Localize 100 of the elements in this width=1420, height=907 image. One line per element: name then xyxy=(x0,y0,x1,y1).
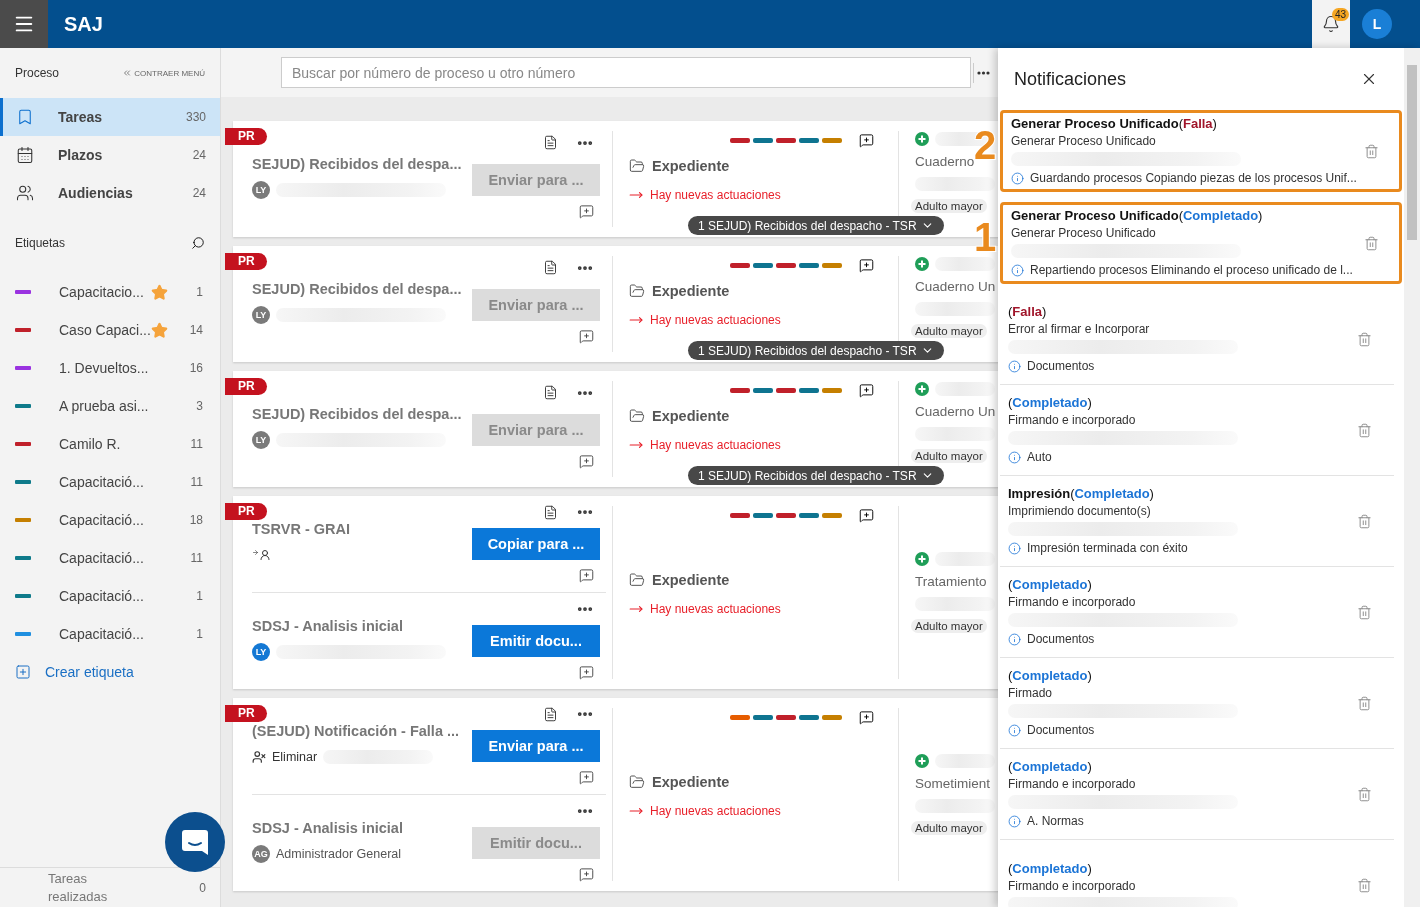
notification-subtitle: Firmando e incorporado xyxy=(1008,412,1137,429)
folder-label[interactable]: Expediente xyxy=(652,283,730,299)
nav-item[interactable]: Audiencias 24 xyxy=(0,174,220,212)
notification-subtitle: Firmando e incorporado xyxy=(1008,776,1137,793)
notification-info: Guardando procesos Copiando piezas de los procesos Unif... xyxy=(1030,170,1357,187)
labels-title: Etiquetas xyxy=(15,236,66,250)
notification-item[interactable]: (Completado) Firmado Documentos xyxy=(1000,658,1394,749)
task-title: TSRVR - GRAI xyxy=(252,521,352,537)
info-icon xyxy=(1008,632,1021,646)
comment-plus-icon[interactable] xyxy=(579,770,594,785)
action-button[interactable]: Emitir docu... xyxy=(472,625,600,657)
label-item[interactable]: 1. Devueltos... 16 xyxy=(0,349,220,387)
comment-plus-icon[interactable] xyxy=(579,329,594,344)
document-icon[interactable] xyxy=(543,260,558,275)
label-item[interactable]: Capacitació... 1 xyxy=(0,577,220,615)
action-button[interactable]: Copiar para ... xyxy=(472,528,600,560)
delete-icon[interactable] xyxy=(1357,422,1372,438)
label-item[interactable]: Camilo R. 11 xyxy=(0,425,220,463)
delete-icon[interactable] xyxy=(1364,235,1379,251)
folder-label[interactable]: Expediente xyxy=(652,773,730,790)
delete-icon[interactable] xyxy=(1357,513,1372,529)
stage-dropdown[interactable]: 1 SEJUD) Recibidos del despacho - TSR xyxy=(688,466,944,485)
plus-circle-icon[interactable] xyxy=(915,552,929,566)
label-item[interactable]: Capacitació... 11 xyxy=(0,463,220,501)
info-icon xyxy=(1011,171,1024,185)
more-icon xyxy=(977,70,990,75)
comment-plus-icon[interactable] xyxy=(579,568,594,583)
notification-title: Generar Proceso Unificado(Falla) xyxy=(1011,115,1218,133)
delete-icon[interactable] xyxy=(1357,695,1372,711)
comment-plus-icon[interactable] xyxy=(859,709,874,725)
comment-plus-icon[interactable] xyxy=(859,382,874,398)
notification-item[interactable]: (Completado) Firmando e incorporado Documentos xyxy=(1000,567,1394,658)
notification-item[interactable]: Generar Proceso Unificado(Completado) Generar Proceso Unificado Repartiendo procesos Eliminando el proceso unificado de l... xyxy=(1000,202,1402,284)
user-avatar[interactable]: L xyxy=(1362,9,1392,39)
delete-icon[interactable] xyxy=(1357,786,1372,802)
document-icon[interactable] xyxy=(543,135,558,150)
delete-icon[interactable] xyxy=(1357,604,1372,620)
app-name: SAJ xyxy=(64,12,104,36)
plus-circle-icon[interactable] xyxy=(915,754,929,768)
notification-item[interactable]: Impresión(Completado) Imprimiendo documento(s) Impresión terminada con éxito xyxy=(1000,476,1394,567)
alert-text: Hay nuevas actuaciones xyxy=(650,313,781,327)
action-button[interactable]: Enviar para ... xyxy=(472,730,600,762)
star-icon[interactable] xyxy=(151,321,168,339)
blurred-text xyxy=(935,552,995,566)
label-item[interactable]: Capacitació... 1 xyxy=(0,615,220,653)
folder-label[interactable]: Expediente xyxy=(652,571,730,588)
document-icon[interactable] xyxy=(543,504,558,520)
stage-dropdown[interactable]: 1 SEJUD) Recibidos del despacho - TSR xyxy=(688,216,944,235)
plus-circle-icon[interactable] xyxy=(915,131,929,146)
stage-dropdown[interactable]: 1 SEJUD) Recibidos del despacho - TSR xyxy=(688,341,944,360)
search-field[interactable]: Buscar por número de proceso u otro número xyxy=(281,57,971,88)
comment-plus-icon[interactable] xyxy=(579,204,594,219)
notification-item[interactable]: (Completado) Firmando e incorporado xyxy=(1000,840,1394,907)
footer-count: 0 xyxy=(199,880,206,895)
notification-title: Impresión(Completado) xyxy=(1008,485,1155,503)
plus-circle-icon[interactable] xyxy=(915,256,929,271)
label-add-icon xyxy=(15,664,31,680)
comment-plus-icon[interactable] xyxy=(579,665,594,680)
document-icon[interactable] xyxy=(543,706,558,722)
notification-info: Documentos xyxy=(1027,358,1095,375)
assignee-name: Administrador General xyxy=(276,847,402,861)
folder-label[interactable]: Expediente xyxy=(652,158,730,174)
info-icon xyxy=(1008,814,1021,828)
label-item[interactable]: Caso Capaci... 14 xyxy=(0,311,220,349)
notification-item[interactable]: (Completado) Firmando e incorporado Auto xyxy=(1000,385,1394,476)
nav-item[interactable]: Plazos 24 xyxy=(0,136,220,174)
delete-icon[interactable] xyxy=(1357,331,1372,347)
star-icon[interactable] xyxy=(151,283,168,301)
folder-label[interactable]: Expediente xyxy=(652,408,730,424)
label-item[interactable]: Capacitacio... 1 xyxy=(0,273,220,311)
label-item[interactable]: Capacitació... 18 xyxy=(0,501,220,539)
comment-plus-icon[interactable] xyxy=(579,867,594,882)
info-icon xyxy=(1011,263,1024,277)
folder-icon xyxy=(629,773,645,790)
menu-button[interactable] xyxy=(0,0,48,48)
label-item[interactable]: Capacitació... 11 xyxy=(0,539,220,577)
comment-plus-icon[interactable] xyxy=(859,132,874,148)
notifications-button[interactable]: 43 xyxy=(1312,0,1350,48)
notification-title: Generar Proceso Unificado(Completado) xyxy=(1011,207,1264,225)
alert-text: Hay nuevas actuaciones xyxy=(650,438,781,452)
comment-plus-icon[interactable] xyxy=(579,454,594,469)
comment-plus-icon[interactable] xyxy=(859,507,874,523)
plus-circle-icon[interactable] xyxy=(915,381,929,396)
task-title: SDSJ - Analisis inicial xyxy=(252,820,404,836)
comment-plus-icon[interactable] xyxy=(859,257,874,273)
create-label-link[interactable]: Crear etiqueta xyxy=(0,653,220,691)
search-icon[interactable] xyxy=(191,236,205,250)
scrollbar[interactable] xyxy=(1404,48,1420,907)
case-heading: Tratamiento xyxy=(915,574,988,589)
delete-icon[interactable] xyxy=(1357,877,1372,893)
notification-item[interactable]: (Falla) Error al firmar e Incorporar Documentos xyxy=(1000,294,1394,385)
notification-subtitle: Generar Proceso Unificado xyxy=(1011,133,1157,150)
document-icon[interactable] xyxy=(543,385,558,400)
notification-item[interactable]: (Completado) Firmando e incorporado A. Normas xyxy=(1000,749,1394,840)
delete-icon[interactable] xyxy=(1364,143,1379,159)
label-item[interactable]: A prueba asi... 3 xyxy=(0,387,220,425)
nav-item[interactable]: Tareas 330 xyxy=(0,98,220,136)
collapse-menu-button[interactable]: CONTRAER MENÚ xyxy=(122,68,205,78)
notification-item[interactable]: Generar Proceso Unificado(Falla) Generar Proceso Unificado Guardando procesos Copiando piezas de los procesos Unif... xyxy=(1000,110,1402,192)
bookmark-icon xyxy=(16,108,34,126)
